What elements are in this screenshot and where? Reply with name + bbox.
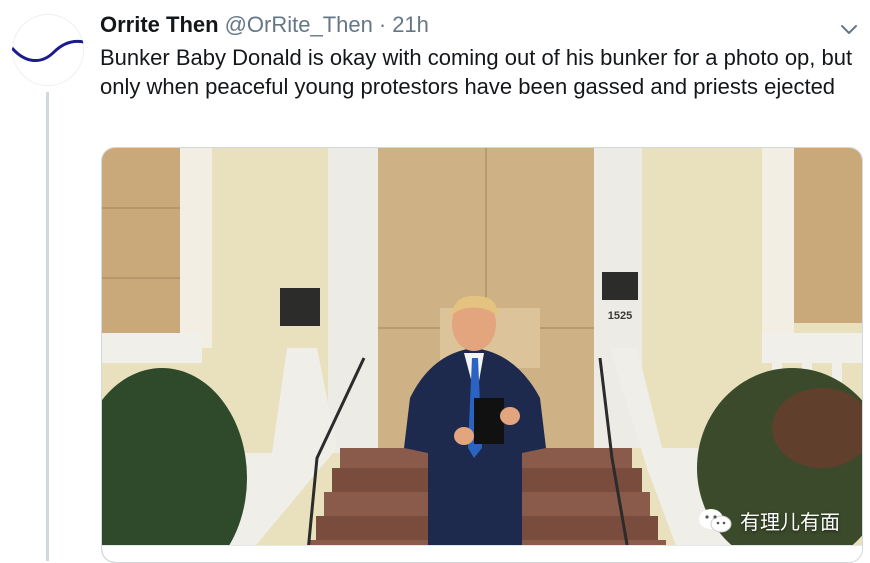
avatar-wave-logo bbox=[12, 39, 84, 62]
wechat-icon bbox=[699, 508, 732, 532]
user-handle[interactable]: @OrRite_Then bbox=[225, 12, 373, 38]
media-card-footer bbox=[102, 545, 862, 562]
avatar[interactable] bbox=[12, 14, 84, 86]
chevron-down-icon[interactable] bbox=[836, 16, 862, 42]
watermark: 有理儿有面 bbox=[698, 506, 840, 535]
thread-line bbox=[46, 92, 49, 561]
tweet-photo[interactable]: 1525 有理儿有面 bbox=[101, 147, 863, 563]
display-name[interactable]: Orrite Then bbox=[100, 12, 219, 38]
tweet-header: Orrite Then @OrRite_Then · 21h bbox=[100, 12, 820, 42]
separator-dot: · bbox=[378, 12, 387, 37]
timestamp[interactable]: 21h bbox=[392, 12, 429, 38]
tweet-text: Bunker Baby Donald is okay with coming o… bbox=[100, 45, 853, 99]
building-number: 1525 bbox=[608, 310, 632, 322]
photo-scene: 1525 bbox=[102, 148, 862, 562]
watermark-text: 有理儿有面 bbox=[740, 510, 840, 534]
